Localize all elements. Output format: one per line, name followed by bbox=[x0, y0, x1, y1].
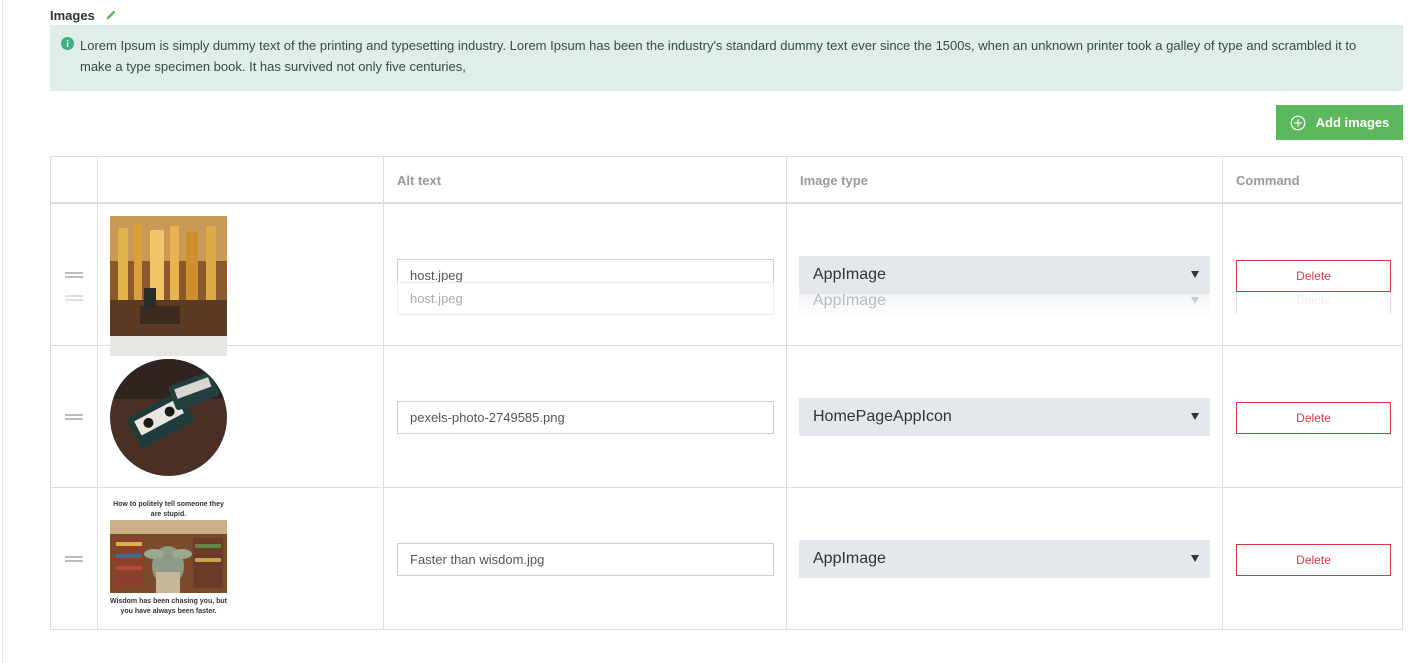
add-images-button[interactable]: Add images bbox=[1276, 105, 1403, 140]
image-thumbnail[interactable] bbox=[110, 216, 227, 356]
image-thumbnail[interactable]: How to politely tell someone they are st… bbox=[110, 488, 227, 630]
chevron-down-icon bbox=[1191, 271, 1199, 278]
grid-header: Alt text Image type Command bbox=[51, 157, 1402, 204]
table-row: host.jpeg AppImage AppImage Delete Delet… bbox=[51, 204, 1402, 356]
images-section-header: Images bbox=[50, 6, 117, 24]
column-header-alt-text[interactable]: Alt text bbox=[384, 157, 787, 202]
table-row: How to politely tell someone they are st… bbox=[51, 488, 1402, 630]
drag-handle-icon[interactable] bbox=[65, 556, 83, 563]
image-type-value: HomePageAppIcon bbox=[813, 408, 952, 425]
images-grid: Alt text Image type Command host.jpeg ho… bbox=[50, 156, 1403, 630]
image-type-select[interactable]: AppImage bbox=[799, 256, 1210, 294]
chevron-down-icon bbox=[1191, 555, 1199, 562]
delete-button[interactable]: Delete bbox=[1236, 260, 1391, 292]
meme-caption-top: How to politely tell someone they are st… bbox=[113, 501, 224, 518]
alt-text-input[interactable] bbox=[397, 543, 774, 576]
chevron-down-icon bbox=[1191, 297, 1199, 304]
image-type-select[interactable]: HomePageAppIcon bbox=[799, 398, 1210, 436]
chevron-down-icon bbox=[1191, 413, 1199, 420]
image-thumbnail[interactable] bbox=[110, 359, 227, 476]
info-icon bbox=[61, 37, 74, 50]
image-type-value: AppImage bbox=[813, 550, 886, 567]
delete-button[interactable]: Delete bbox=[1236, 402, 1391, 434]
meme-image bbox=[110, 520, 227, 593]
alt-text-input[interactable] bbox=[397, 401, 774, 434]
pencil-icon[interactable] bbox=[105, 9, 117, 21]
column-header-image-type[interactable]: Image type bbox=[787, 157, 1223, 202]
image-type-value: AppImage bbox=[813, 266, 886, 283]
section-title: Images bbox=[50, 7, 95, 23]
table-row: HomePageAppIcon Delete bbox=[51, 346, 1402, 488]
delete-button[interactable]: Delete bbox=[1236, 544, 1391, 576]
plus-circle-icon bbox=[1290, 115, 1306, 131]
drag-handle-icon[interactable] bbox=[65, 272, 83, 279]
page-left-border bbox=[2, 0, 3, 663]
column-header-command: Command bbox=[1236, 173, 1300, 188]
info-text: Lorem Ipsum is simply dummy text of the … bbox=[80, 38, 1357, 74]
meme-caption-bottom: Wisdom has been chasing you, but you hav… bbox=[110, 598, 228, 615]
info-message: Lorem Ipsum is simply dummy text of the … bbox=[50, 25, 1403, 91]
alt-text-ghost: host.jpeg bbox=[397, 282, 774, 315]
drag-handle-icon[interactable] bbox=[65, 414, 83, 421]
add-images-label: Add images bbox=[1315, 115, 1390, 130]
image-type-ghost-value: AppImage bbox=[813, 292, 886, 309]
image-type-select[interactable]: AppImage bbox=[799, 540, 1210, 578]
drag-handle-ghost-icon bbox=[65, 295, 83, 302]
